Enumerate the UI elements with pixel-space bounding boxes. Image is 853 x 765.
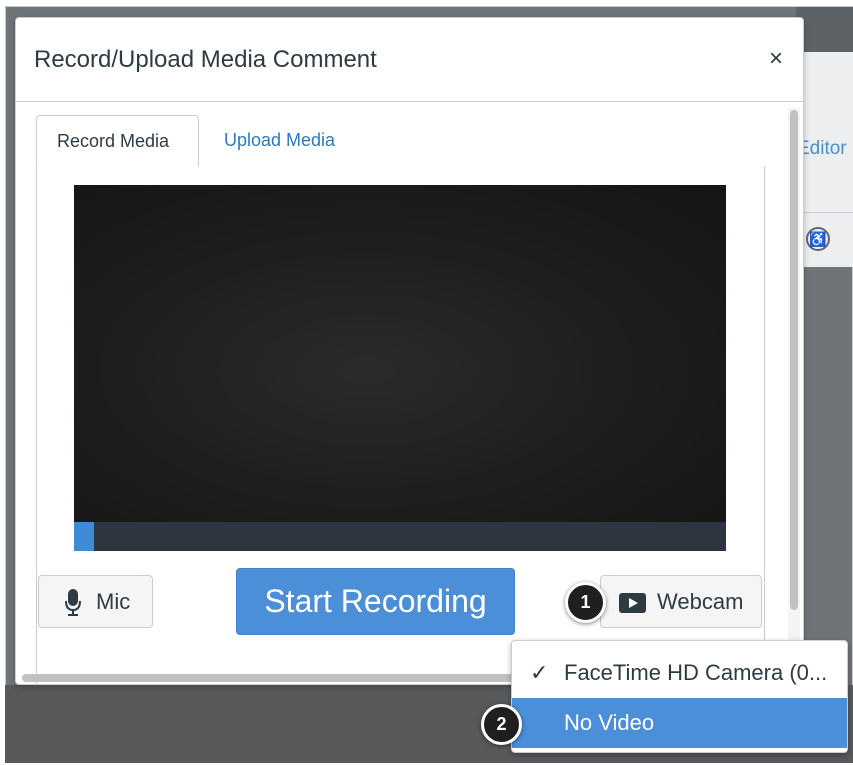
- dropdown-pointer: [670, 628, 694, 640]
- menu-item-label: FaceTime HD Camera (0...: [564, 660, 828, 685]
- menu-item-label: No Video: [564, 710, 655, 735]
- recording-progress-fill: [74, 522, 94, 551]
- mic-button[interactable]: Mic: [38, 575, 153, 628]
- webcam-button[interactable]: Webcam: [600, 575, 762, 628]
- vertical-scrollbar[interactable]: [790, 110, 798, 610]
- recording-progress-bar: [74, 522, 726, 551]
- menu-item-no-video[interactable]: No Video: [512, 698, 847, 748]
- media-comment-dialog: Record/Upload Media Comment × Record Med…: [15, 17, 804, 685]
- media-tabs: Record Media Upload Media: [36, 115, 765, 167]
- dialog-header: Record/Upload Media Comment ×: [16, 18, 803, 102]
- menu-item-facetime-camera[interactable]: ✓ FaceTime HD Camera (0...: [512, 648, 847, 698]
- tab-record-media[interactable]: Record Media: [36, 115, 199, 167]
- start-recording-button[interactable]: Start Recording: [236, 568, 515, 635]
- webcam-preview: [74, 185, 726, 522]
- checkmark-icon: ✓: [530, 660, 549, 685]
- background-header-strip: [796, 7, 853, 52]
- callout-badge-1: 1: [565, 582, 606, 623]
- accessibility-icon: ♿: [806, 227, 830, 251]
- tab-upload-media[interactable]: Upload Media: [204, 115, 355, 167]
- callout-badge-2: 2: [481, 704, 522, 745]
- webcam-dropdown-menu: ✓ FaceTime HD Camera (0... No Video: [511, 640, 848, 753]
- mic-label: Mic: [96, 589, 131, 614]
- microphone-icon: [65, 589, 81, 616]
- close-icon[interactable]: ×: [769, 46, 783, 72]
- background-editor-link: Editor: [797, 138, 847, 159]
- background-divider: [796, 212, 853, 213]
- video-play-icon: [619, 593, 646, 613]
- dialog-title: Record/Upload Media Comment: [34, 46, 377, 73]
- webcam-label: Webcam: [657, 589, 744, 614]
